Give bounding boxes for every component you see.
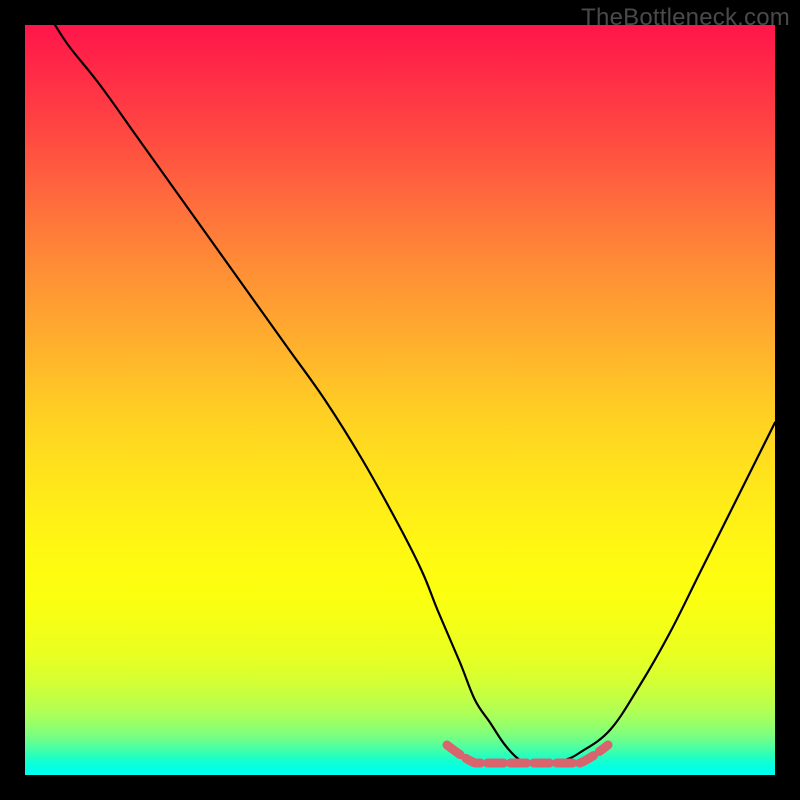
- watermark-text: TheBottleneck.com: [581, 4, 790, 32]
- chart-frame: TheBottleneck.com: [0, 0, 800, 800]
- plot-area: [25, 25, 775, 775]
- curve-path: [55, 25, 775, 764]
- flat-marker: [447, 745, 608, 763]
- bottleneck-curve: [25, 25, 775, 775]
